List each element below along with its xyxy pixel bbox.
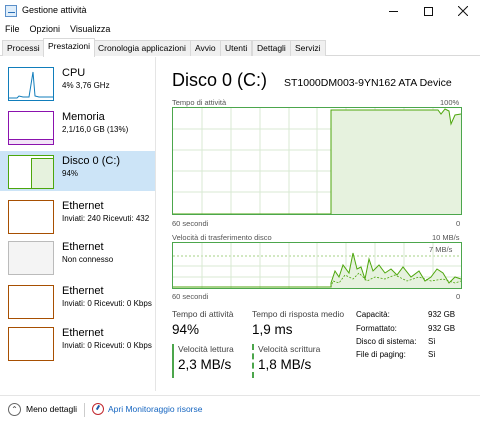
tab-performance[interactable]: Prestazioni xyxy=(43,38,96,57)
minimize-button[interactable] xyxy=(376,0,410,22)
read-speed-indicator xyxy=(172,344,174,378)
memory-thumbnail xyxy=(8,111,54,145)
graph-max-label: 10 MB/s xyxy=(432,233,460,242)
resource-detail: 94% xyxy=(62,169,79,178)
chevron-up-icon[interactable]: ⌃ xyxy=(8,403,21,416)
tab-details[interactable]: Dettagli xyxy=(252,40,291,56)
resource-detail: Non connesso xyxy=(62,255,114,264)
close-button[interactable] xyxy=(446,0,480,22)
page-title: Disco 0 (C:) xyxy=(172,70,268,90)
tab-services[interactable]: Servizi xyxy=(290,40,326,56)
resource-name: Ethernet xyxy=(62,327,104,339)
active-time-label: Tempo di attività xyxy=(172,309,234,319)
resource-cpu[interactable]: CPU 4% 3,76 GHz xyxy=(0,67,155,109)
resource-name: Disco 0 (C:) xyxy=(62,155,121,167)
tab-app-history[interactable]: Cronologia applicazioni xyxy=(93,40,191,56)
menu-bar: File Opzioni Visualizza xyxy=(0,22,115,38)
read-speed-value: 2,3 MB/s xyxy=(178,357,232,372)
response-time-value: 1,9 ms xyxy=(252,322,293,337)
resource-name: CPU xyxy=(62,67,86,79)
ethernet-thumbnail xyxy=(8,327,54,361)
tab-startup[interactable]: Avvio xyxy=(190,40,221,56)
prop-paging-file-key: File di paging: xyxy=(356,350,406,359)
graph-min-label: 0 xyxy=(456,292,461,301)
minimize-icon xyxy=(388,10,398,12)
resource-ethernet-2[interactable]: Ethernet Non connesso xyxy=(0,241,155,283)
response-time-label: Tempo di risposta medio xyxy=(252,309,345,319)
tab-processes[interactable]: Processi xyxy=(2,40,45,56)
resource-list: CPU 4% 3,76 GHz Memoria 2,1/16,0 GB (13%… xyxy=(0,57,156,391)
resource-monitor-icon xyxy=(92,403,104,415)
graph-label-transfer-rate: Velocità di trasferimento disco xyxy=(172,233,272,242)
resource-name: Memoria xyxy=(62,111,105,123)
tab-bar: Processi Prestazioni Cronologia applicaz… xyxy=(0,38,480,57)
divider xyxy=(84,403,85,417)
prop-paging-file-value: Sì xyxy=(428,350,436,359)
resource-disk0[interactable]: Disco 0 (C:) 94% xyxy=(0,151,155,191)
prop-capacity-value: 932 GB xyxy=(428,310,456,319)
maximize-icon xyxy=(423,6,433,16)
resource-memory[interactable]: Memoria 2,1/16,0 GB (13%) xyxy=(0,111,155,153)
bottom-bar: ⌃ Meno dettagli Apri Monitoraggio risors… xyxy=(0,395,480,427)
graph-time-label: 60 secondi xyxy=(172,219,209,228)
task-manager-icon xyxy=(5,5,17,17)
prop-capacity-key: Capacità: xyxy=(356,310,390,319)
window-title: Gestione attività xyxy=(22,5,87,15)
graph-label-active-time: Tempo di attività xyxy=(172,98,227,107)
graph-mid-label: 7 MB/s xyxy=(429,245,453,254)
prop-system-disk-key: Disco di sistema: xyxy=(356,337,417,346)
write-speed-label: Velocità scrittura xyxy=(258,344,321,354)
active-time-graph xyxy=(172,107,462,215)
close-icon xyxy=(458,6,468,16)
prop-formatted-value: 932 GB xyxy=(428,324,456,333)
resource-detail: Inviati: 0 Ricevuti: 0 Kbps xyxy=(62,341,152,350)
prop-system-disk-value: Sì xyxy=(428,337,436,346)
ethernet-thumbnail xyxy=(8,200,54,234)
resource-name: Ethernet xyxy=(62,200,104,212)
write-speed-value: 1,8 MB/s xyxy=(258,357,312,372)
resource-name: Ethernet xyxy=(62,285,104,297)
graph-min-label: 0 xyxy=(456,219,461,228)
ethernet-thumbnail xyxy=(8,241,54,275)
prop-formatted-key: Formattato: xyxy=(356,324,397,333)
menu-file[interactable]: File xyxy=(0,22,25,38)
title-bar: Gestione attività xyxy=(0,0,480,22)
write-speed-box: Velocità scrittura 1,8 MB/s xyxy=(252,344,324,378)
menu-view[interactable]: Visualizza xyxy=(65,22,115,38)
resource-detail: Inviati: 0 Ricevuti: 0 Kbps xyxy=(62,299,152,308)
graph-max-label: 100% xyxy=(440,98,460,107)
resource-ethernet-4[interactable]: Ethernet Inviati: 0 Ricevuti: 0 Kbps xyxy=(0,327,155,369)
tab-users[interactable]: Utenti xyxy=(220,40,253,56)
maximize-button[interactable] xyxy=(411,0,445,22)
read-speed-label: Velocità lettura xyxy=(178,344,234,354)
read-speed-box: Velocità lettura 2,3 MB/s xyxy=(172,344,244,378)
fewer-details-button[interactable]: Meno dettagli xyxy=(26,404,77,414)
active-time-value: 94% xyxy=(172,322,200,337)
transfer-rate-graph: 7 MB/s xyxy=(172,242,462,289)
ethernet-thumbnail xyxy=(8,285,54,319)
write-speed-indicator xyxy=(252,344,254,378)
graph-time-label: 60 secondi xyxy=(172,292,209,301)
resource-detail: Inviati: 240 Ricevuti: 432 xyxy=(62,214,150,223)
open-resource-monitor-link[interactable]: Apri Monitoraggio risorse xyxy=(108,404,202,414)
menu-options[interactable]: Opzioni xyxy=(25,22,66,38)
resource-detail: 2,1/16,0 GB (13%) xyxy=(62,125,129,134)
cpu-thumbnail xyxy=(8,67,54,101)
disk-thumbnail xyxy=(8,155,54,189)
resource-name: Ethernet xyxy=(62,241,104,253)
resource-ethernet-1[interactable]: Ethernet Inviati: 240 Ricevuti: 432 xyxy=(0,200,155,242)
device-name: ST1000DM003-9YN162 ATA Device xyxy=(284,77,452,89)
resource-ethernet-3[interactable]: Ethernet Inviati: 0 Ricevuti: 0 Kbps xyxy=(0,285,155,327)
resource-detail: 4% 3,76 GHz xyxy=(62,81,110,90)
